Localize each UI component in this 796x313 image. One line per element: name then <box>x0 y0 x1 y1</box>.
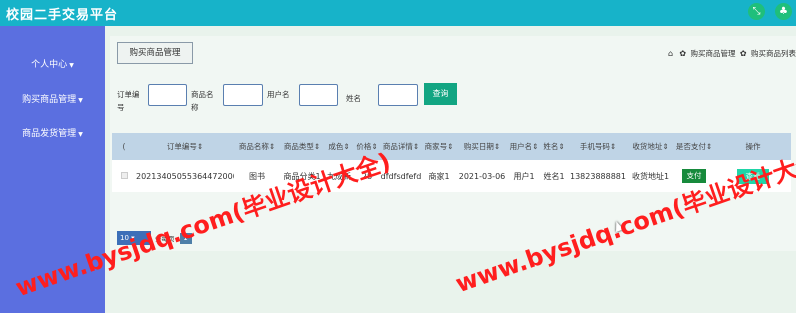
column-label: 收货地址 <box>632 142 663 151</box>
column-header[interactable]: 用户名⇕ <box>508 133 540 160</box>
cell-username: 用户1 <box>513 171 535 181</box>
breadcrumb: ⌂ ✿ 购买商品管理 ✿ 购买商品列表 <box>666 48 796 59</box>
column-header[interactable]: 订单编号⇕ <box>136 133 234 160</box>
column-header[interactable]: 姓名⇕ <box>540 133 568 160</box>
column-label: 姓名 <box>543 142 559 151</box>
column-header[interactable]: 商品类型⇕ <box>280 133 324 160</box>
column-label: 商品详情 <box>382 142 413 151</box>
column-label: 成色 <box>328 142 344 151</box>
sidebar-item-label: 商品发货管理 <box>22 129 77 139</box>
column-header[interactable]: 购买日期⇕ <box>456 133 508 160</box>
sort-icon: ⇕ <box>412 142 420 151</box>
home-icon[interactable]: ⌂ <box>668 49 673 58</box>
column-label: 是否支付 <box>675 142 706 151</box>
cell-phone: 13823888881 <box>570 171 626 181</box>
column-header[interactable]: 手机号码⇕ <box>568 133 628 160</box>
username-label: 用户名 <box>267 90 290 99</box>
username-input[interactable] <box>299 84 338 106</box>
cell-merchant: 商家1 <box>428 171 450 181</box>
sort-icon: ⇕ <box>609 142 617 151</box>
sort-icon: ⇕ <box>558 142 565 151</box>
app-title: 校园二手交易平台 <box>6 7 119 23</box>
breadcrumb-item[interactable]: 购买商品列表 <box>751 49 796 58</box>
order-no-input[interactable] <box>148 84 187 106</box>
column-label: 订单编号 <box>166 142 197 151</box>
breadcrumb-separator-icon: ✿ <box>739 49 747 58</box>
column-label: 商家号 <box>424 142 448 151</box>
cell-name: 姓名1 <box>543 171 565 181</box>
sort-icon: ⇕ <box>532 142 539 151</box>
chevron-down-icon: ▼ <box>78 131 83 138</box>
name-label: 姓名 <box>346 94 361 103</box>
sort-icon: ⇕ <box>447 142 454 151</box>
column-label: 用户名 <box>509 142 533 151</box>
column-label: 商品名称 <box>238 142 269 151</box>
column-label: 手机号码 <box>579 142 610 151</box>
sort-icon: ⇕ <box>196 142 204 151</box>
sidebar-item-label: 购买商品管理 <box>22 95 77 105</box>
breadcrumb-item[interactable]: 购买商品管理 <box>691 49 736 58</box>
table-header-row: ( 订单编号⇕ 商品名称⇕ 商品类型⇕ 成色⇕ 价格⇕ 商品详情⇕ 商家号⇕ 购… <box>112 133 791 160</box>
chevron-down-icon: ▼ <box>69 62 74 69</box>
name-input[interactable] <box>378 84 418 106</box>
checkbox-icon[interactable] <box>120 171 128 179</box>
sort-icon: ⇕ <box>493 142 501 151</box>
sort-icon: ⇕ <box>705 142 713 151</box>
sidebar-item-personal-center[interactable]: 个人中心 ▼ <box>0 57 105 70</box>
tab-purchase-management[interactable]: 购买商品管理 <box>117 42 193 64</box>
fullscreen-icon[interactable]: ⤡ <box>748 3 765 20</box>
column-label: 购买日期 <box>463 142 494 151</box>
order-no-label: 订单编号 <box>117 90 140 112</box>
select-all-header[interactable]: ( <box>112 133 136 160</box>
product-name-input[interactable] <box>223 84 263 106</box>
product-name-label: 商品名称 <box>191 90 214 112</box>
cell-address: 收货地址1 <box>631 171 670 181</box>
breadcrumb-separator-icon: ✿ <box>679 49 687 58</box>
sidebar-item-label: 个人中心 <box>31 60 68 70</box>
sort-icon: ⇕ <box>662 142 669 151</box>
column-header[interactable]: 收货地址⇕ <box>628 133 673 160</box>
cell-date: 2021-03-06 <box>458 171 506 181</box>
cell-order-no: 20213405055364472000 <box>136 171 234 181</box>
column-header[interactable]: 是否支付⇕ <box>673 133 715 160</box>
chevron-down-icon: ▼ <box>78 97 83 104</box>
sidebar-item-purchase-management[interactable]: 购买商品管理 ▼ <box>0 92 105 105</box>
search-button[interactable]: 查询 <box>424 83 457 105</box>
column-header[interactable]: 商家号⇕ <box>422 133 456 160</box>
sort-icon: ⇕ <box>268 142 276 151</box>
sort-icon: ⇕ <box>313 142 321 151</box>
top-header: 校园二手交易平台 <box>0 0 796 26</box>
column-label: 商品类型 <box>283 142 314 151</box>
column-header[interactable]: 商品名称⇕ <box>234 133 280 160</box>
skin-icon[interactable]: ♣ <box>775 3 792 20</box>
row-checkbox[interactable] <box>112 160 136 192</box>
sidebar-item-shipping-management[interactable]: 商品发货管理 ▼ <box>0 126 105 139</box>
sort-icon: ⇕ <box>343 142 350 151</box>
